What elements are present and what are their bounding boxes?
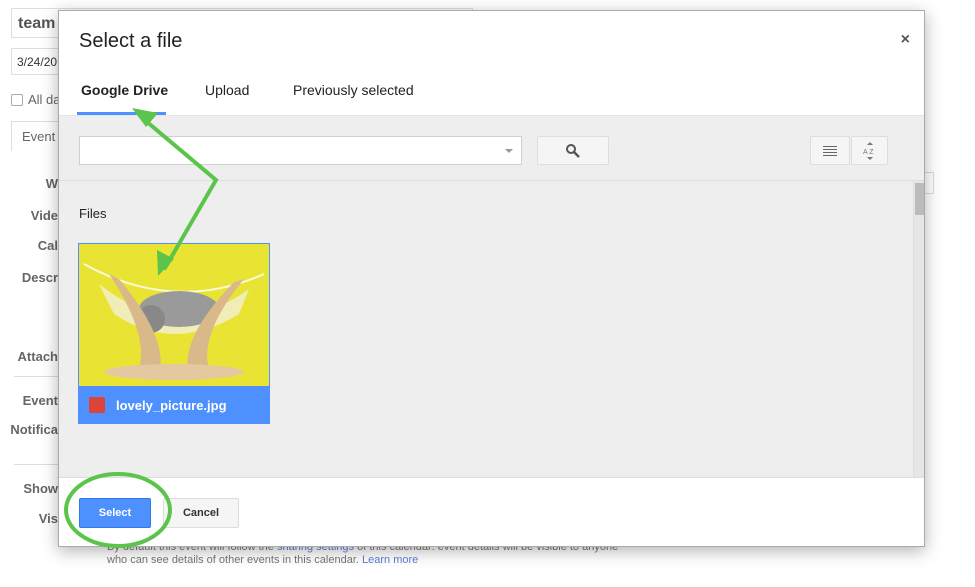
- sort-button[interactable]: A Z: [851, 136, 888, 165]
- label-attachment: Attach: [17, 349, 58, 364]
- file-tile[interactable]: lovely_picture.jpg: [78, 243, 270, 424]
- label-video: Vide: [30, 208, 58, 223]
- label-calendar: Cal: [37, 238, 58, 253]
- all-day-label: All da: [28, 92, 61, 107]
- checkbox-icon: [11, 93, 23, 106]
- scrollbar-thumb[interactable]: [915, 183, 924, 215]
- file-list-area: Files lovely_picture.jpg: [59, 181, 924, 477]
- tab-upload[interactable]: Upload: [205, 82, 249, 98]
- dialog-title: Select a file: [79, 30, 183, 52]
- dropdown-arrow-icon[interactable]: [505, 149, 513, 153]
- label-visibility: Vis: [38, 511, 58, 526]
- all-day-checkbox[interactable]: All da: [11, 92, 61, 107]
- file-picker-dialog: Select a file × Google Drive Upload Prev…: [58, 10, 925, 547]
- close-icon[interactable]: ×: [901, 31, 910, 49]
- toolbar: A Z: [59, 115, 924, 181]
- background-input-edge: [925, 172, 934, 194]
- search-icon: [566, 143, 580, 158]
- divider: [14, 376, 64, 377]
- tab-previously-selected[interactable]: Previously selected: [293, 82, 414, 98]
- file-thumbnail: [79, 244, 269, 386]
- image-icon: [89, 397, 105, 413]
- files-section-label: Files: [79, 206, 107, 221]
- label-show-me-as: Show: [23, 481, 58, 496]
- tab-google-drive[interactable]: Google Drive: [81, 82, 168, 98]
- search-input[interactable]: [79, 136, 522, 165]
- label-description: Descr: [21, 270, 58, 285]
- label-event-color: Event: [22, 393, 58, 408]
- dialog-footer: Select Cancel: [59, 477, 924, 546]
- file-name: lovely_picture.jpg: [116, 398, 227, 413]
- list-view-icon: [823, 145, 837, 156]
- list-view-button[interactable]: [810, 136, 850, 165]
- label-notifications: Notifica: [10, 422, 58, 437]
- label-where: W: [45, 176, 58, 191]
- divider: [14, 464, 64, 465]
- learn-more-link[interactable]: Learn more: [362, 554, 418, 566]
- search-button[interactable]: [537, 136, 609, 165]
- sort-az-icon: A Z: [863, 141, 874, 160]
- svg-text:A Z: A Z: [863, 149, 874, 156]
- scrollbar[interactable]: [913, 181, 924, 477]
- cancel-button[interactable]: Cancel: [163, 498, 239, 528]
- select-button[interactable]: Select: [79, 498, 151, 528]
